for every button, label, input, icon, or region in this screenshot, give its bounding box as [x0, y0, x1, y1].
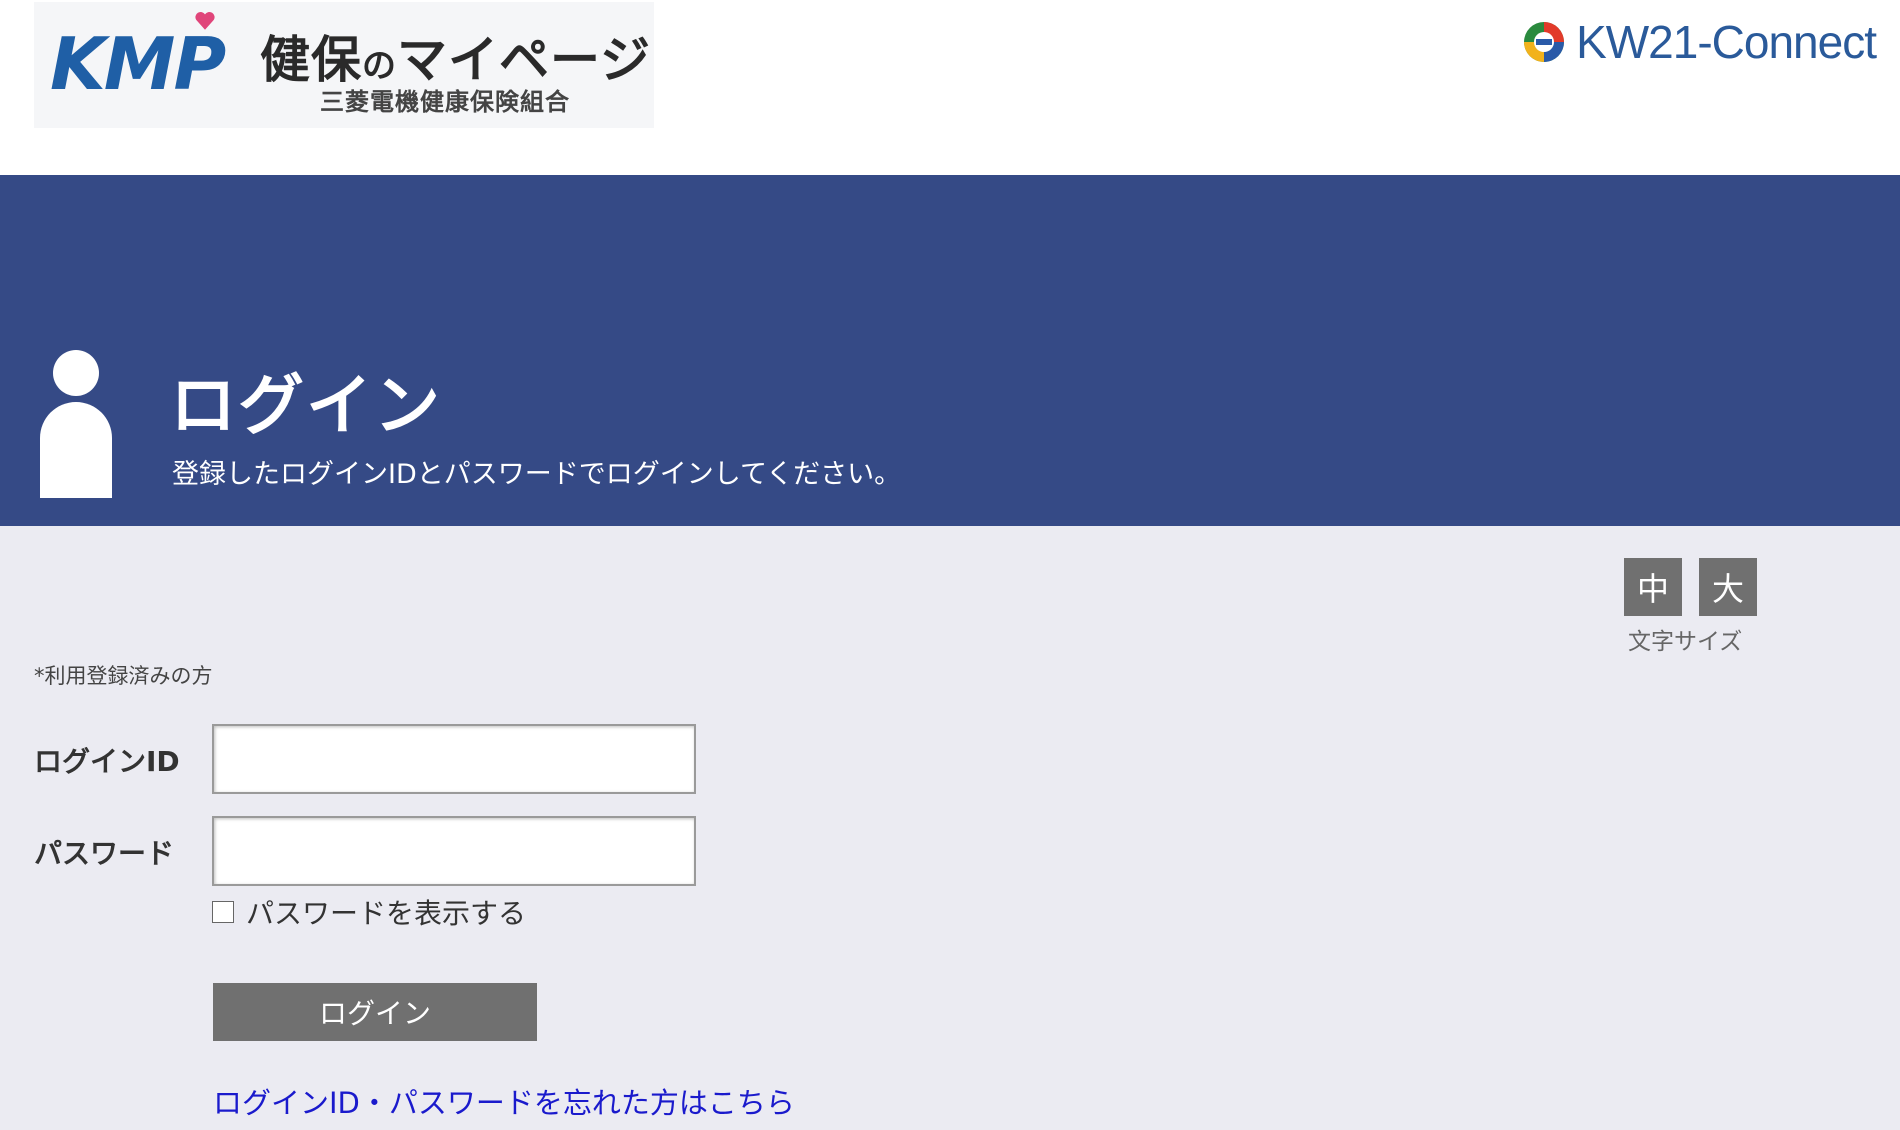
forgot-credentials-link[interactable]: ログインID・パスワードを忘れた方はこちら [213, 1080, 795, 1122]
heart-icon [195, 11, 215, 30]
kmp-logo-subtitle: 三菱電機健康保険組合 [320, 88, 570, 116]
password-label: パスワード [34, 837, 175, 870]
login-id-input[interactable] [212, 724, 696, 794]
site-header: KMP 健保のマイページ 三菱電機健康保険組合 KW21-Connect [0, 0, 1900, 175]
page-title: ログイン [170, 367, 442, 444]
registered-users-note: *利用登録済みの方 [34, 664, 213, 688]
show-password-label: パスワードを表示する [246, 897, 527, 930]
show-password-checkbox[interactable] [212, 901, 234, 923]
kw21-globe-icon [1524, 22, 1565, 62]
font-size-medium-button[interactable]: 中 [1624, 558, 1682, 616]
password-input[interactable] [212, 816, 696, 886]
login-id-label: ログインID [34, 745, 180, 778]
font-size-large-button[interactable]: 大 [1699, 558, 1757, 616]
page-subtitle: 登録したログインIDとパスワードでログインしてください。 [172, 459, 902, 490]
login-button[interactable]: ログイン [213, 983, 537, 1041]
person-icon [40, 350, 112, 498]
kmp-logo-letters: KMP [50, 22, 226, 106]
kmp-logo[interactable]: KMP 健保のマイページ 三菱電機健康保険組合 [34, 2, 654, 128]
show-password-toggle[interactable]: パスワードを表示する [212, 892, 526, 932]
kw21-connect-logo[interactable]: KW21-Connect [1522, 14, 1877, 70]
font-size-caption: 文字サイズ [1628, 629, 1743, 655]
kw21-connect-text: KW21-Connect [1576, 16, 1877, 68]
